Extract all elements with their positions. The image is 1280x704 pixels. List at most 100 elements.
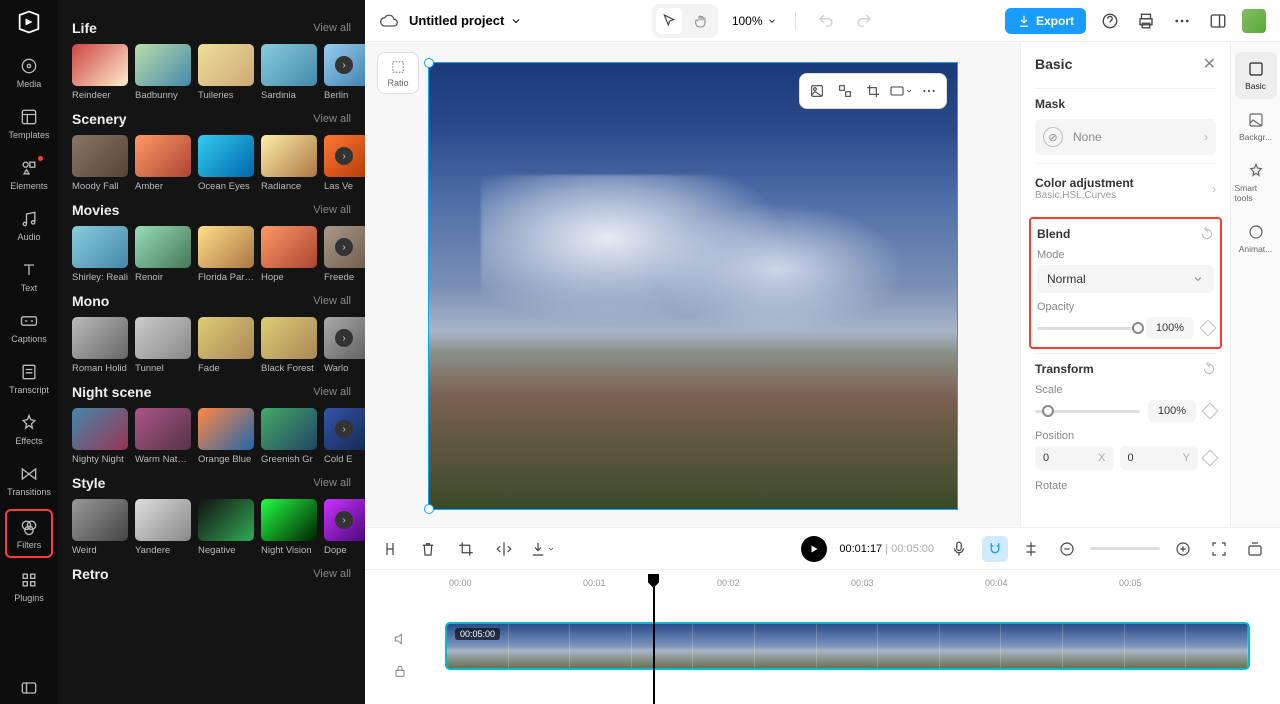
view-all-link[interactable]: View all [313, 477, 351, 489]
filter-thumb[interactable]: Shirley: Reali [72, 226, 128, 283]
scale-keyframe[interactable] [1202, 403, 1219, 420]
redo-button[interactable] [852, 9, 876, 33]
playhead[interactable] [653, 576, 655, 704]
resize-handle-tl[interactable] [424, 58, 434, 68]
blend-mode-select[interactable]: Normal [1037, 265, 1214, 293]
print-button[interactable] [1134, 9, 1158, 33]
app-logo[interactable] [15, 8, 43, 36]
scale-value[interactable]: 100% [1148, 400, 1196, 422]
project-title[interactable]: Untitled project [409, 13, 522, 28]
scale-slider[interactable] [1035, 410, 1140, 413]
filter-thumb[interactable]: Florida Parad [198, 226, 254, 283]
fit-button[interactable] [832, 78, 858, 104]
track-lock-button[interactable] [387, 658, 413, 684]
position-y-input[interactable]: 0Y [1120, 446, 1199, 470]
zoom-dropdown[interactable]: 100% [732, 14, 777, 28]
opacity-keyframe[interactable] [1200, 320, 1217, 337]
preview-canvas[interactable] [428, 62, 958, 510]
transform-reset-icon[interactable] [1202, 362, 1216, 376]
filter-thumb[interactable]: Tuileries [198, 44, 254, 101]
mask-selector[interactable]: ⊘None › [1035, 119, 1216, 155]
nav-transcript[interactable]: Transcript [5, 356, 53, 401]
undo-button[interactable] [814, 9, 838, 33]
row-next-button[interactable]: › [335, 238, 353, 256]
nav-filters[interactable]: Filters [5, 509, 53, 558]
position-x-input[interactable]: 0X [1035, 446, 1114, 470]
rr-background[interactable]: Backgr... [1235, 103, 1277, 150]
nav-audio[interactable]: Audio [5, 203, 53, 248]
nav-media[interactable]: Media [5, 50, 53, 95]
filter-thumb[interactable]: Amber [135, 135, 191, 192]
timeline-zoom-slider[interactable] [1090, 547, 1160, 550]
filter-thumb[interactable]: Roman Holid [72, 317, 128, 374]
filter-thumb[interactable]: Night Vision [261, 499, 317, 556]
view-all-link[interactable]: View all [313, 568, 351, 580]
filter-thumb[interactable]: Negative [198, 499, 254, 556]
close-panel-button[interactable]: ✕ [1203, 54, 1216, 74]
align-button[interactable] [1018, 536, 1044, 562]
filter-thumb[interactable]: Radiance [261, 135, 317, 192]
filter-thumb[interactable]: Black Forest [261, 317, 317, 374]
fit-timeline-button[interactable] [1206, 536, 1232, 562]
download-button[interactable] [529, 536, 555, 562]
zoom-out-button[interactable] [1054, 536, 1080, 562]
video-clip[interactable]: 00:05:00 [445, 622, 1250, 670]
select-tool[interactable] [656, 8, 682, 34]
filter-thumb[interactable]: Ocean Eyes [198, 135, 254, 192]
timeline-tracks[interactable]: 00:00 00:01 00:02 00:03 00:04 00:05 00:0… [435, 570, 1280, 704]
row-next-button[interactable]: › [335, 511, 353, 529]
panels-button[interactable] [1206, 9, 1230, 33]
help-button[interactable] [1098, 9, 1122, 33]
filter-thumb[interactable]: Badbunny [135, 44, 191, 101]
track-audio-button[interactable] [387, 626, 413, 652]
rr-smart-tools[interactable]: Smart tools [1235, 154, 1277, 211]
filter-thumb[interactable]: Tunnel [135, 317, 191, 374]
row-next-button[interactable]: › [335, 56, 353, 74]
filter-thumb[interactable]: Fade [198, 317, 254, 374]
mirror-button[interactable] [491, 536, 517, 562]
timeline-ruler[interactable]: 00:00 00:01 00:02 00:03 00:04 00:05 [435, 570, 1280, 596]
opacity-slider[interactable] [1037, 327, 1138, 330]
color-adjustment-row[interactable]: Color adjustment Basic,HSL,Curves › [1035, 172, 1216, 205]
expand-timeline-button[interactable] [1242, 536, 1268, 562]
replace-button[interactable] [804, 78, 830, 104]
play-button[interactable] [801, 536, 827, 562]
nav-captions[interactable]: Captions [5, 305, 53, 350]
export-button[interactable]: Export [1005, 8, 1086, 34]
opacity-value[interactable]: 100% [1146, 317, 1194, 339]
filter-thumb[interactable]: Hope [261, 226, 317, 283]
nav-elements[interactable]: Elements [5, 152, 53, 197]
view-all-link[interactable]: View all [313, 386, 351, 398]
nav-text[interactable]: Text [5, 254, 53, 299]
filter-thumb[interactable]: Yandere [135, 499, 191, 556]
view-all-link[interactable]: View all [313, 113, 351, 125]
filter-thumb[interactable]: Weird [72, 499, 128, 556]
filter-thumb[interactable]: Orange Blue [198, 408, 254, 465]
view-all-link[interactable]: View all [313, 204, 351, 216]
filter-thumb[interactable]: Greenish Gr [261, 408, 317, 465]
magnet-button[interactable] [982, 536, 1008, 562]
filter-thumb[interactable]: Nighty Night [72, 408, 128, 465]
nav-templates[interactable]: Templates [5, 101, 53, 146]
hand-tool[interactable] [688, 8, 714, 34]
crop-timeline-button[interactable] [453, 536, 479, 562]
crop-button[interactable] [860, 78, 886, 104]
filter-thumb[interactable]: Moody Fall [72, 135, 128, 192]
filter-thumb[interactable]: Warm Nature [135, 408, 191, 465]
nav-collapse[interactable] [5, 672, 53, 704]
user-avatar[interactable] [1242, 9, 1266, 33]
nav-effects[interactable]: Effects [5, 407, 53, 452]
ratio-button[interactable]: Ratio [377, 52, 419, 94]
rr-animation[interactable]: Animat... [1235, 215, 1277, 262]
nav-plugins[interactable]: Plugins [5, 564, 53, 609]
position-keyframe[interactable] [1202, 450, 1219, 467]
aspect-button[interactable] [888, 78, 914, 104]
canvas-more-button[interactable] [916, 78, 942, 104]
row-next-button[interactable]: › [335, 147, 353, 165]
rr-basic[interactable]: Basic [1235, 52, 1277, 99]
view-all-link[interactable]: View all [313, 295, 351, 307]
split-button[interactable] [377, 536, 403, 562]
filter-thumb[interactable]: Renoir [135, 226, 191, 283]
row-next-button[interactable]: › [335, 329, 353, 347]
view-all-link[interactable]: View all [313, 22, 351, 34]
